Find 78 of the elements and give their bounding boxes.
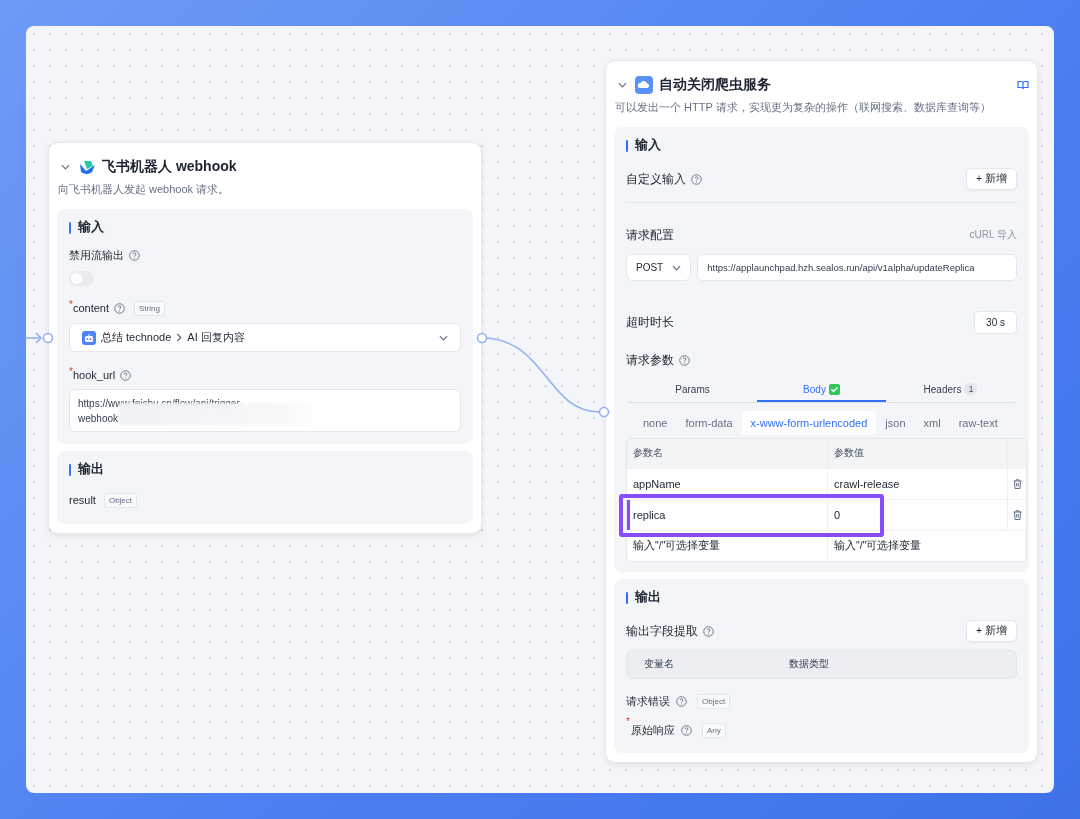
add-button[interactable]: + 新增 [965, 620, 1017, 642]
required-mark: * [69, 366, 73, 377]
help-icon[interactable] [679, 354, 690, 366]
placeholder-cell[interactable]: 输入"/"可选择变量 [627, 531, 828, 561]
section-heading: 输出 [635, 589, 661, 606]
output-label: result [69, 494, 96, 506]
robot-icon [82, 330, 96, 345]
body-type-option[interactable]: none [634, 411, 677, 435]
required-mark: * [626, 716, 630, 727]
body-type-option[interactable]: form-data [676, 411, 742, 435]
timeout-input-field[interactable]: 30 s [974, 310, 1017, 334]
field-label: 输出字段提取 [626, 622, 698, 640]
help-icon[interactable] [120, 369, 132, 381]
chevron-down-icon[interactable] [672, 264, 682, 271]
book-icon[interactable] [1017, 80, 1029, 90]
method-select[interactable]: POST [626, 254, 692, 281]
url-input-field[interactable]: https://www.feishu.cn/flow/api/trigger-webhook [69, 389, 461, 432]
variable-select[interactable]: 总结 technode AI 回复内容 [69, 323, 461, 352]
body-type-option[interactable]: json [876, 411, 915, 435]
body-type-option[interactable]: raw-text [949, 411, 1007, 435]
incoming-arrow [26, 332, 43, 344]
bird-logo-icon [78, 159, 96, 175]
column-header: 参数名 [627, 439, 828, 468]
count-badge: 1 [964, 383, 978, 395]
table-cell[interactable]: replica [627, 500, 828, 530]
required-mark: * [69, 299, 73, 310]
column-header: 数据类型 [788, 658, 830, 671]
type-tag: Object [697, 694, 731, 709]
node-title: 自动关闭爬虫服务 [659, 76, 771, 94]
column-header: 变量名 [643, 658, 675, 671]
field-label: content [72, 302, 109, 314]
help-icon[interactable] [114, 302, 125, 314]
add-button[interactable]: + 新增 [965, 168, 1017, 190]
help-icon[interactable] [680, 725, 692, 736]
webhook-node[interactable]: 飞书机器人 webhook 向飞书机器人发起 webhook 请求。 输入 禁用流输出 *content String 总结 technode AI 回复内容 *hook_url https://www.feishu.cn/flow/api/trigger-webhook 输出 result Object [48, 142, 482, 534]
trash-icon[interactable] [1012, 479, 1022, 489]
field-label: 超时时长 [626, 313, 674, 331]
node-description: 向飞书机器人发起 webhook 请求。 [58, 182, 231, 197]
cloud-icon [635, 76, 653, 94]
tab[interactable]: Body [757, 378, 886, 402]
source-node-name: 总结 technode [101, 330, 172, 345]
field-label: 请求参数 [626, 351, 674, 369]
url-input-field[interactable]: https://applaunchpad.hzh.sealos.run/api/v1alpha/updateReplica [697, 254, 1017, 281]
type-tag: String [134, 300, 165, 316]
tab[interactable]: Params [628, 378, 757, 402]
help-icon[interactable] [129, 249, 140, 261]
body-type-option[interactable]: x-www-form-urlencoded [741, 411, 877, 435]
variable-name: AI 回复内容 [187, 330, 245, 345]
input-handle[interactable] [598, 406, 610, 418]
output-label: 原始响应 [630, 723, 675, 738]
chevron-down-icon[interactable] [61, 164, 70, 170]
input-handle[interactable] [42, 332, 54, 344]
section-heading: 输出 [78, 461, 104, 478]
column-header: 参数值 [828, 439, 1008, 468]
node-title: 飞书机器人 webhook [102, 158, 237, 176]
placeholder-cell[interactable]: 输入"/"可选择变量 [828, 531, 1026, 561]
field-label: 请求配置 [626, 226, 674, 244]
http-node[interactable] [605, 60, 1038, 763]
chevron-right-icon [176, 333, 183, 342]
type-tag: Object [103, 492, 138, 508]
tab[interactable]: Headers 1 [886, 378, 1015, 402]
help-icon[interactable] [676, 696, 687, 707]
output-label: 请求错误 [626, 694, 670, 709]
output-handle[interactable] [476, 332, 488, 344]
section-heading: 输入 [635, 137, 661, 154]
section-heading: 输入 [78, 219, 104, 236]
field-label: 禁用流输出 [69, 247, 124, 263]
field-label: 自定义输入 [626, 170, 686, 188]
help-icon[interactable] [703, 625, 714, 637]
field-label: hook_url [72, 369, 116, 381]
trash-icon[interactable] [1012, 510, 1022, 520]
type-tag: Any [701, 723, 726, 738]
table-cell[interactable]: 0 [828, 500, 1008, 530]
chevron-down-icon[interactable] [439, 334, 448, 341]
chevron-down-icon[interactable] [618, 82, 627, 88]
node-description: 可以发出一个 HTTP 请求，实现更为复杂的操作（联网搜索、数据库查询等） [615, 100, 992, 115]
help-icon[interactable] [691, 173, 702, 185]
body-type-option[interactable]: xml [914, 411, 950, 435]
